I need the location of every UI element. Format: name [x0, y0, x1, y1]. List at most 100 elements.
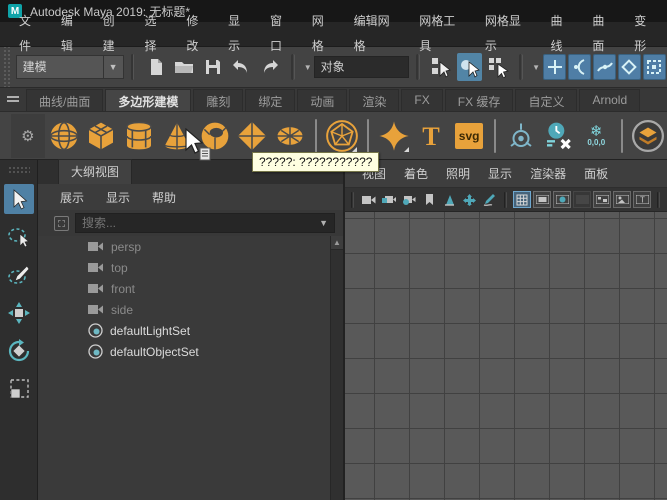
chevron-down-icon[interactable]: ▼ — [532, 63, 540, 72]
outliner-menu-help[interactable]: 帮助 — [152, 189, 176, 206]
scale-tool-button[interactable] — [4, 374, 34, 404]
toolbar-separator[interactable] — [131, 54, 135, 80]
menu-select[interactable]: 选择 — [135, 9, 177, 59]
lock-camera-button[interactable] — [380, 191, 398, 208]
outliner-menu-display[interactable]: 展示 — [60, 189, 84, 206]
platonic-solid-button[interactable] — [325, 118, 359, 154]
arnold-layers-button[interactable] — [631, 118, 665, 154]
snap-to-plane-button[interactable] — [618, 54, 641, 80]
shelf-tab-fx-caching[interactable]: FX 缓存 — [445, 89, 514, 111]
outliner-item-front[interactable]: front — [38, 278, 343, 299]
new-scene-button[interactable] — [143, 53, 167, 81]
search-dropdown-icon[interactable]: ▼ — [319, 218, 328, 228]
outliner-scrollbar[interactable]: ▲ — [330, 236, 343, 500]
shelf-tab-animation[interactable]: 动画 — [297, 89, 347, 111]
menu-modify[interactable]: 修改 — [177, 9, 219, 59]
isolate-select-button[interactable] — [460, 191, 478, 208]
xray-button[interactable] — [440, 191, 458, 208]
shelf-tab-rigging[interactable]: 绑定 — [245, 89, 295, 111]
menu-mesh-tools[interactable]: 网格工具 — [410, 9, 476, 59]
redo-button[interactable] — [257, 53, 281, 81]
menu-file[interactable]: 文件 — [10, 9, 52, 59]
shelf-tab-poly-modeling[interactable]: 多边形建模 — [105, 89, 191, 111]
poly-disc-button[interactable] — [273, 118, 307, 154]
image-plane-button[interactable] — [613, 191, 631, 208]
shelf-tab-fx[interactable]: FX — [401, 89, 442, 111]
snap-origin-button[interactable]: ❄ 0,0,0 — [579, 118, 613, 154]
resolution-gate-button[interactable] — [553, 191, 571, 208]
selection-mask-field[interactable]: 对象 — [314, 56, 409, 78]
viewport-menu-renderer[interactable]: 渲染器 — [521, 165, 575, 182]
textured-display-button[interactable]: T — [633, 191, 651, 208]
outliner-item-defaultobjectset[interactable]: defaultObjectSet — [38, 341, 343, 362]
toolbox-grip[interactable] — [8, 166, 30, 174]
poly-cone-button[interactable] — [160, 118, 194, 154]
viewport-menu-panels[interactable]: 面板 — [575, 165, 617, 182]
menu-surfaces[interactable]: 曲面 — [583, 9, 625, 59]
outliner-menu-show[interactable]: 显示 — [106, 189, 130, 206]
menu-set-value[interactable]: 建模 — [16, 55, 104, 79]
menu-windows[interactable]: 窗口 — [261, 9, 303, 59]
undo-button[interactable] — [229, 53, 253, 81]
menu-display[interactable]: 显示 — [219, 9, 261, 59]
shelf-tab-custom[interactable]: 自定义 — [515, 89, 577, 111]
select-camera-button[interactable] — [360, 191, 378, 208]
bookmarks-button[interactable] — [420, 191, 438, 208]
outliner-item-top[interactable]: top — [38, 257, 343, 278]
measure-tool-button[interactable] — [504, 118, 538, 154]
toolbar-separator[interactable] — [291, 54, 295, 80]
move-tool-button[interactable] — [4, 298, 34, 328]
poly-torus-button[interactable] — [198, 118, 232, 154]
snap-to-point-button[interactable] — [593, 54, 616, 80]
select-component-mode-button[interactable] — [486, 53, 510, 81]
save-scene-button[interactable] — [200, 53, 224, 81]
toolbar-grip[interactable] — [2, 47, 12, 87]
poly-text-button[interactable]: T — [415, 118, 449, 154]
chevron-down-icon[interactable]: ▼ — [104, 55, 124, 79]
poly-sphere-button[interactable] — [47, 118, 81, 154]
viewport-menu-lighting[interactable]: 照明 — [437, 165, 479, 182]
gate-mask-button[interactable] — [573, 191, 591, 208]
menu-mesh[interactable]: 网格 — [303, 9, 345, 59]
shelf-settings-button[interactable]: ⚙ — [11, 114, 45, 158]
shelf-tab-sculpting[interactable]: 雕刻 — [193, 89, 243, 111]
outliner-tab[interactable]: 大纲视图 — [58, 159, 132, 184]
super-shape-button[interactable] — [377, 118, 411, 154]
outliner-item-defaultlightset[interactable]: defaultLightSet — [38, 320, 343, 341]
shelf-tab-arnold[interactable]: Arnold — [579, 89, 640, 111]
snap-to-view-plane-button[interactable] — [643, 54, 666, 80]
lasso-tool-button[interactable] — [4, 222, 34, 252]
toolbar-separator[interactable] — [416, 54, 420, 80]
viewport-menu-show[interactable]: 显示 — [479, 165, 521, 182]
grid-toggle-button[interactable] — [513, 191, 531, 208]
select-tool-button[interactable] — [4, 184, 34, 214]
menu-mesh-display[interactable]: 网格显示 — [476, 9, 542, 59]
rotate-tool-button[interactable] — [4, 336, 34, 366]
field-chart-button[interactable] — [593, 191, 611, 208]
viewport-grid[interactable] — [345, 212, 667, 500]
viewport-menu-shading[interactable]: 着色 — [395, 165, 437, 182]
menu-deform[interactable]: 变形 — [625, 9, 667, 59]
search-box[interactable]: ▼ — [75, 213, 335, 233]
shelf-tab-curves-surfaces[interactable]: 曲线/曲面 — [26, 89, 103, 111]
film-gate-button[interactable] — [533, 191, 551, 208]
menu-curves[interactable]: 曲线 — [542, 9, 584, 59]
menu-edit[interactable]: 编辑 — [52, 9, 94, 59]
search-input[interactable] — [82, 216, 319, 230]
scroll-up-arrow[interactable]: ▲ — [331, 236, 343, 250]
time-editor-button[interactable] — [542, 118, 576, 154]
outliner-item-side[interactable]: side — [38, 299, 343, 320]
toolbar-separator[interactable] — [519, 54, 523, 80]
filter-icon[interactable] — [54, 216, 69, 231]
svg-tool-button[interactable]: svg — [452, 118, 486, 154]
select-hierarchy-mode-button[interactable] — [429, 53, 453, 81]
shelf-menu-button[interactable] — [0, 87, 26, 111]
poly-cylinder-button[interactable] — [122, 118, 156, 154]
snap-to-grid-button[interactable] — [543, 54, 566, 80]
open-scene-button[interactable] — [172, 53, 196, 81]
poly-cube-button[interactable] — [85, 118, 119, 154]
chevron-down-icon[interactable]: ▼ — [304, 63, 312, 72]
grease-pencil-button[interactable] — [480, 191, 498, 208]
shelf-tab-rendering[interactable]: 渲染 — [349, 89, 399, 111]
menu-edit-mesh[interactable]: 编辑网格 — [345, 9, 411, 59]
